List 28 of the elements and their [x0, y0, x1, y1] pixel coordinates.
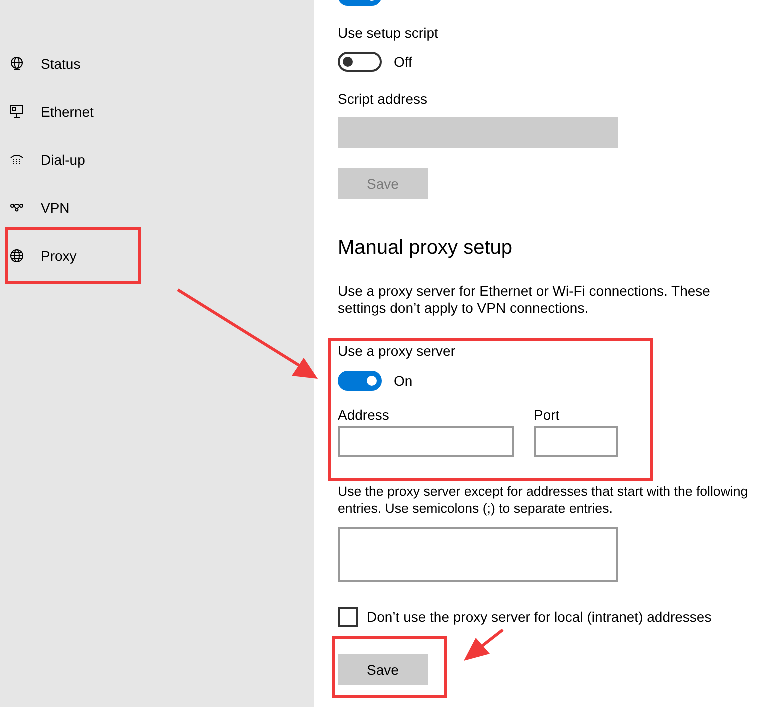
globe-monitor-icon — [10, 57, 24, 71]
globe-icon — [10, 249, 24, 263]
checkbox-label: Don’t use the proxy server for local (intranet) addresses — [367, 608, 712, 626]
monitor-icon — [10, 105, 24, 119]
sidebar-item[interactable]: Ethernet — [0, 88, 314, 136]
toggle-state-label: Off — [394, 54, 412, 70]
address-field[interactable] — [338, 426, 514, 457]
toggle-switch[interactable] — [338, 371, 382, 391]
field-label: Address — [338, 407, 390, 424]
toggle-switch[interactable] — [338, 52, 382, 72]
sidebar-item[interactable]: VPN — [0, 184, 314, 232]
field-label: Port — [534, 407, 561, 424]
setting-label: Use a proxy server — [338, 343, 456, 360]
sidebar-item[interactable]: Proxy — [0, 232, 314, 280]
section-heading: Manual proxy setup — [338, 237, 513, 260]
checkbox[interactable] — [338, 607, 358, 627]
exceptions-field[interactable] — [338, 527, 618, 582]
port-field[interactable] — [534, 426, 618, 457]
exceptions-description: Use the proxy server except for addresses that start with the following entries. Use semicolons (;) to separate entries. — [338, 483, 750, 517]
toggle-state-label: On — [394, 373, 413, 389]
arrow — [464, 628, 504, 661]
sidebar-item[interactable]: Status — [0, 40, 314, 88]
phone-icon — [10, 153, 24, 167]
save-button[interactable]: Save — [338, 654, 428, 685]
sidebar-item[interactable]: Dial-up — [0, 136, 314, 184]
field-label: Script address — [338, 91, 428, 108]
setting-label: Use setup script — [338, 25, 438, 42]
description-text: Use a proxy server for Ethernet or Wi-Fi connections. These settings don’t apply to VPN connections. — [338, 283, 712, 317]
